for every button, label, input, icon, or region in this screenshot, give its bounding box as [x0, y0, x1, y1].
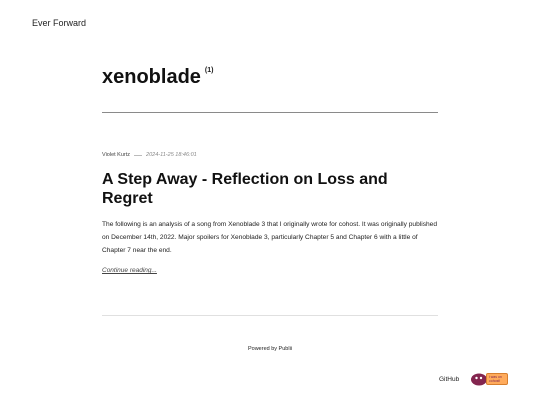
powered-by-text: Powered by Publii [247, 346, 293, 352]
tag-header: xenoblade (1) [102, 66, 438, 89]
tag-divider [102, 112, 438, 113]
post-card: Violet Kurtz 2024-11-25 18:46:01 A Step … [102, 152, 438, 277]
site-title-link[interactable]: Ever Forward [32, 18, 86, 28]
footer-divider [102, 315, 438, 316]
post-author: Violet Kurtz [102, 152, 131, 158]
post-title-link[interactable]: A Step Away - Reflection on Loss and Reg… [102, 170, 438, 208]
tag-title: xenoblade [102, 66, 201, 88]
continue-reading-link[interactable]: Continue reading... [102, 267, 157, 274]
post-meta: Violet Kurtz 2024-11-25 18:46:01 [102, 152, 438, 158]
cohost-badge[interactable]: i was on cohost! [486, 373, 508, 385]
post-date: 2024-11-25 18:46:01 [146, 152, 197, 158]
tag-post-count: (1) [204, 67, 214, 74]
meta-separator [134, 154, 143, 156]
post-excerpt: The following is an analysis of a song f… [102, 221, 437, 254]
github-link[interactable]: GitHub [439, 376, 459, 383]
